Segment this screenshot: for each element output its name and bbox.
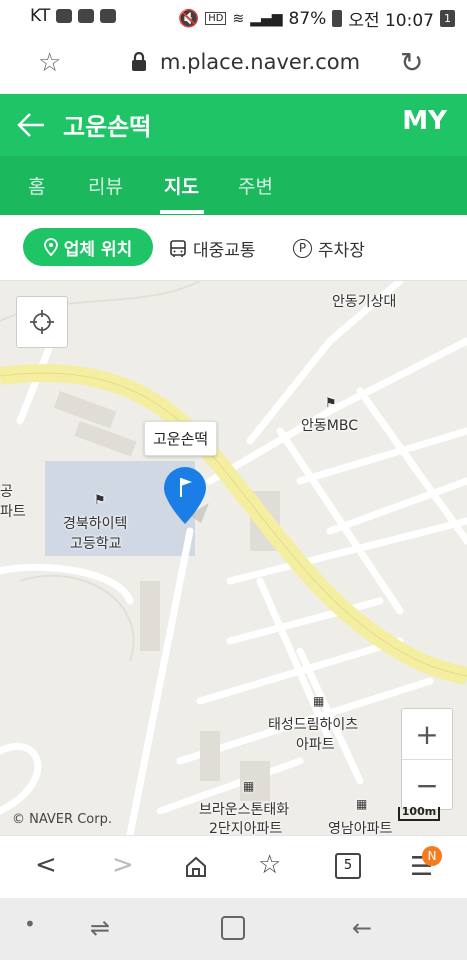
place-header: 고운손떡 MY <box>0 94 467 156</box>
dot-icon: • <box>24 912 36 936</box>
status-bar: KT 🔇 HD ≋ ▂▄▆ 87% 오전 10:07 1 <box>0 0 467 34</box>
back-icon[interactable]: < <box>35 850 57 880</box>
browser-url-bar: ☆ m.place.naver.com ↻ <box>0 34 467 94</box>
map-view[interactable]: 안동기상대 ⚑ 안동MBC ⚑ 경북하이텍 고등학교 공 파트 ▦ 태성드림하이… <box>0 281 467 835</box>
battery-percent: 87% <box>288 8 327 29</box>
talk-icon <box>78 9 95 23</box>
map-label-apt3: 영남아파트 <box>328 821 393 835</box>
map-copyright: © NAVER Corp. <box>12 812 112 827</box>
map-label-mbc: 안동MBC <box>301 418 358 434</box>
wifi-icon: ≋ <box>232 10 245 27</box>
location-pin-icon <box>43 238 58 256</box>
transit-chip[interactable]: 대중교통 <box>169 236 256 261</box>
tab-nearby[interactable]: 주변 <box>238 172 273 199</box>
bus-icon <box>170 239 186 257</box>
home-button-icon[interactable] <box>221 916 245 940</box>
map-label-apt2-line1: 브라운스톤태화 <box>199 802 290 818</box>
url-text[interactable]: m.place.naver.com <box>160 50 360 74</box>
place-name-bubble[interactable]: 고운손떡 <box>144 421 218 456</box>
carrier-label: KT <box>30 6 51 26</box>
tab-home[interactable]: 홈 <box>28 172 45 199</box>
location-chip-label: 업체 위치 <box>63 239 133 260</box>
apartment-icon: ▦ <box>243 779 255 793</box>
apartment-icon: ▦ <box>356 797 368 811</box>
clock: 오전 10:07 <box>348 11 434 31</box>
signal-icon: ▂▄▆ <box>250 10 283 27</box>
reload-icon[interactable]: ↻ <box>400 46 423 79</box>
tab-review[interactable]: 리뷰 <box>88 172 123 199</box>
parking-chip-label: 주차장 <box>318 241 365 261</box>
notification-badge: N <box>422 846 442 866</box>
transit-chip-label: 대중교통 <box>193 241 256 261</box>
school-flag-icon: ⚑ <box>94 493 106 508</box>
map-label-edge-2: 파트 <box>0 504 26 520</box>
lock-icon <box>132 52 146 71</box>
map-label-apt1-line1: 태성드림하이츠 <box>268 717 359 733</box>
map-label-apt1-line2: 아파트 <box>296 737 335 753</box>
place-marker-icon[interactable] <box>161 465 211 527</box>
map-scale-bar: 100m <box>398 806 440 821</box>
system-nav-bar: • ⇌ ← <box>0 898 467 960</box>
forward-icon[interactable]: > <box>112 850 134 880</box>
map-label-apt2-line2: 2단지아파트 <box>209 821 283 835</box>
map-label-edge-1: 공 <box>0 484 13 500</box>
bookmarks-star-icon[interactable]: ☆ <box>258 850 281 880</box>
tab-map[interactable]: 지도 <box>164 172 199 199</box>
app-notification-icon <box>100 9 117 23</box>
parking-icon: P <box>293 239 312 258</box>
apartment-icon: ▦ <box>313 694 325 708</box>
map-label-school-line1: 경북하이텍 <box>63 516 128 532</box>
map-tiles <box>0 281 467 835</box>
zoom-out-button[interactable]: − <box>402 760 452 810</box>
message-icon <box>56 9 73 23</box>
tabs-button[interactable]: 5 <box>335 853 361 879</box>
crosshair-icon <box>30 310 54 334</box>
browser-bottom-bar: < > ☆ 5 ☰ N <box>0 835 467 899</box>
arrow-left-icon[interactable] <box>16 105 46 145</box>
map-label-school-line2: 고등학교 <box>70 536 122 552</box>
broadcast-icon: ⚑ <box>325 396 337 411</box>
zoom-in-button[interactable]: + <box>402 709 452 760</box>
sim-icon: 1 <box>440 10 455 27</box>
parking-chip[interactable]: P 주차장 <box>293 236 365 261</box>
active-tab-indicator <box>160 210 204 214</box>
location-chip[interactable]: 업체 위치 <box>23 228 153 266</box>
map-filter-chips: 업체 위치 대중교통 P 주차장 <box>0 215 467 281</box>
page-title: 고운손떡 <box>63 113 152 141</box>
system-back-icon[interactable]: ← <box>352 914 372 942</box>
zoom-controls: + − <box>401 708 453 810</box>
recent-apps-icon[interactable]: ⇌ <box>90 914 110 942</box>
battery-icon <box>332 10 343 27</box>
map-label-weather-station: 안동기상대 <box>332 294 397 310</box>
my-button[interactable]: MY <box>402 106 447 136</box>
home-icon[interactable] <box>184 855 208 879</box>
hd-icon: HD <box>205 12 227 25</box>
current-location-button[interactable] <box>16 296 68 348</box>
mute-icon: 🔇 <box>178 8 200 29</box>
tab-bar: 홈 리뷰 지도 주변 <box>0 156 467 215</box>
bookmark-star-icon[interactable]: ☆ <box>38 48 61 78</box>
